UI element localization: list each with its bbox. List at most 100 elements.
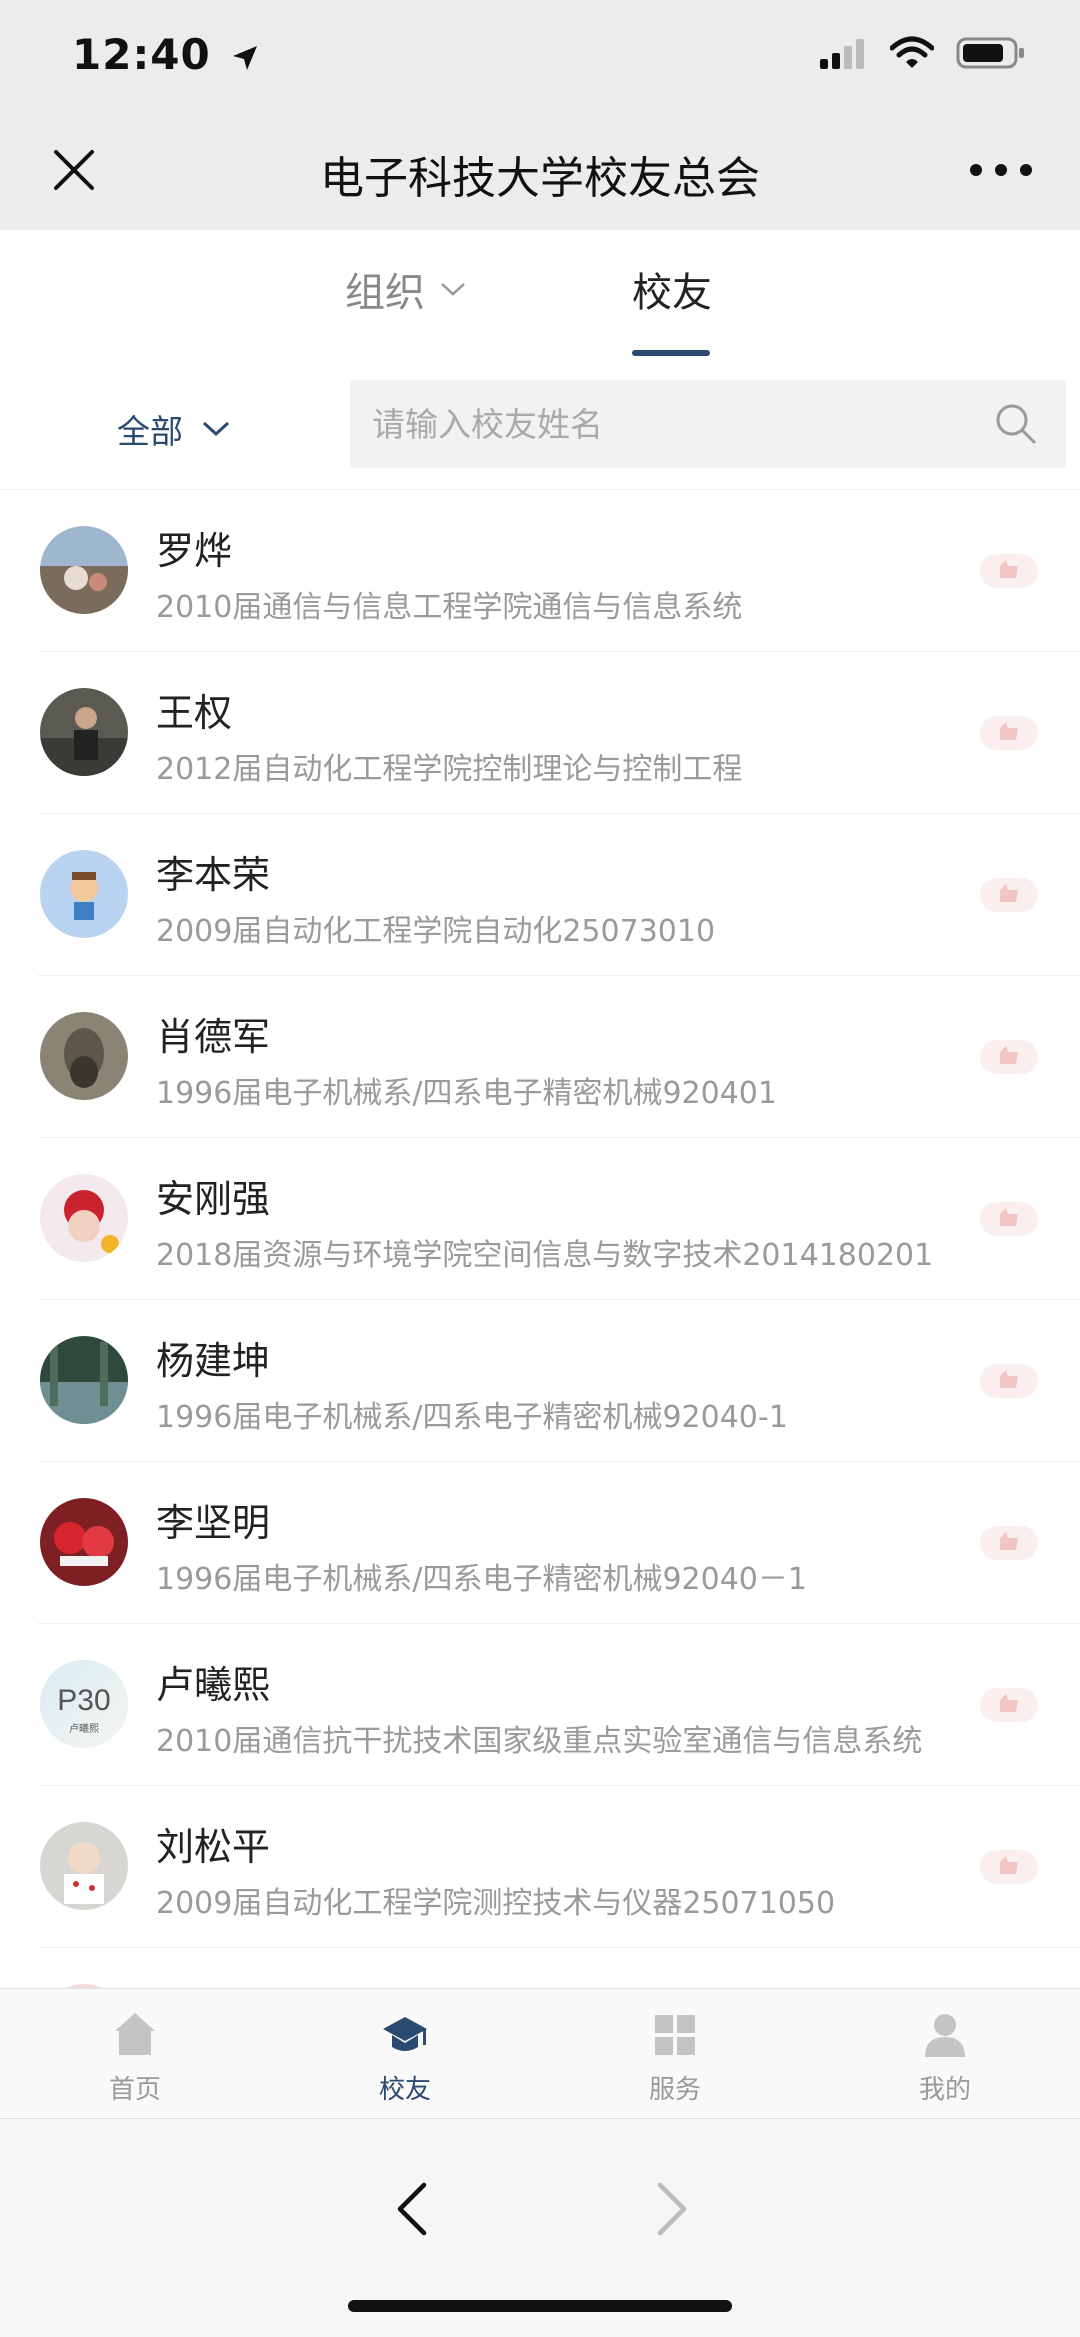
grid-icon xyxy=(655,2015,695,2055)
alumni-name: 杨建坤 xyxy=(156,1339,271,1383)
list-item[interactable]: 李坚明 1996届电子机械系/四系电子精密机械92040－1 xyxy=(38,1462,1080,1624)
active-tab-indicator xyxy=(632,350,710,356)
alumni-name: 刘松平 xyxy=(156,1825,271,1869)
alumni-name: 罗烨 xyxy=(156,529,233,573)
list-item[interactable]: 钟善兴 xyxy=(38,1948,1080,1988)
thumbs-up-icon[interactable] xyxy=(978,712,1040,754)
chevron-down-icon xyxy=(441,283,465,296)
forward-arrow-icon[interactable] xyxy=(652,2181,692,2237)
alumni-name: 安刚强 xyxy=(156,1177,271,1221)
filter-all-label: 全部 xyxy=(117,412,183,451)
avatar xyxy=(40,688,128,776)
alumni-desc: 2009届自动化工程学院自动化25073010 xyxy=(156,914,716,949)
thumbs-up-icon[interactable] xyxy=(978,1684,1040,1726)
tabbar-alumni[interactable]: 校友 xyxy=(270,1989,540,2119)
avatar xyxy=(40,850,128,938)
list-item[interactable]: 安刚强 2018届资源与环境学院空间信息与数字技术2014180201 xyxy=(38,1138,1080,1300)
avatar-image xyxy=(40,850,128,938)
avatar-image xyxy=(40,688,128,776)
list-item[interactable]: 罗烨 2010届通信与信息工程学院通信与信息系统 xyxy=(38,490,1080,652)
alumni-name: 肖德军 xyxy=(156,1015,271,1059)
status-bar: 12:40 xyxy=(0,0,1080,120)
alumni-name: 卢曦熙 xyxy=(156,1663,271,1707)
status-icons xyxy=(820,36,1026,70)
alumni-desc: 2012届自动化工程学院控制理论与控制工程 xyxy=(156,752,743,787)
more-options-icon[interactable] xyxy=(966,150,1036,190)
thumbs-up-icon[interactable] xyxy=(978,550,1040,592)
avatar-image xyxy=(40,526,128,614)
tab-organization-label: 组织 xyxy=(345,270,425,316)
search-box xyxy=(350,380,1066,468)
alumni-desc: 1996届电子机械系/四系电子精密机械920401 xyxy=(156,1076,777,1111)
signal-icon xyxy=(820,39,864,69)
alumni-name: 李坚明 xyxy=(156,1501,271,1545)
avatar xyxy=(40,1822,128,1910)
alumni-desc: 1996届电子机械系/四系电子精密机械92040-1 xyxy=(156,1400,788,1435)
status-time: 12:40 xyxy=(72,30,260,79)
home-icon xyxy=(115,2013,155,2055)
avatar xyxy=(40,1174,128,1262)
avatar xyxy=(40,1336,128,1424)
list-item[interactable]: 肖德军 1996届电子机械系/四系电子精密机械920401 xyxy=(38,976,1080,1138)
back-arrow-icon[interactable] xyxy=(392,2181,432,2237)
avatar-image xyxy=(40,1012,128,1100)
avatar-image xyxy=(40,1174,128,1262)
list-item[interactable]: 刘松平 2009届自动化工程学院测控技术与仪器25071050 xyxy=(38,1786,1080,1948)
alumni-list: 罗烨 2010届通信与信息工程学院通信与信息系统 王权 2012届自动化工程学院… xyxy=(0,490,1080,1988)
thumbs-up-icon[interactable] xyxy=(978,1036,1040,1078)
avatar-image: P30 卢曦熙 xyxy=(40,1660,128,1748)
alumni-desc: 2009届自动化工程学院测控技术与仪器25071050 xyxy=(156,1886,836,1921)
home-indicator xyxy=(348,2300,732,2312)
avatar xyxy=(40,526,128,614)
search-input[interactable] xyxy=(372,380,972,468)
avatar xyxy=(40,1498,128,1586)
page-title: 电子科技大学校友总会 xyxy=(320,153,760,204)
status-time-text: 12:40 xyxy=(72,30,211,79)
thumbs-up-icon[interactable] xyxy=(978,1522,1040,1564)
tabbar-services-label: 服务 xyxy=(648,2075,701,2105)
list-item[interactable]: P30 卢曦熙 卢曦熙 2010届通信抗干扰技术国家级重点实验室通信与信息系统 xyxy=(38,1624,1080,1786)
chevron-down-icon xyxy=(202,421,230,437)
tab-alumni[interactable]: 校友 xyxy=(632,260,712,318)
avatar-p30-subtext: 卢曦熙 xyxy=(69,1722,99,1735)
filter-row: 全部 xyxy=(0,360,1080,490)
avatar-p30-text: P30 xyxy=(57,1684,110,1717)
tabbar-mine-label: 我的 xyxy=(918,2075,971,2105)
list-item[interactable]: 李本荣 2009届自动化工程学院自动化25073010 xyxy=(38,814,1080,976)
graduation-cap-icon xyxy=(383,2017,427,2051)
thumbs-up-icon[interactable] xyxy=(978,1360,1040,1402)
tabbar-home-label: 首页 xyxy=(108,2075,161,2105)
tabbar-alumni-label: 校友 xyxy=(378,2075,431,2105)
alumni-desc: 1996届电子机械系/四系电子精密机械92040－1 xyxy=(156,1562,807,1597)
filter-all-dropdown[interactable]: 全部 xyxy=(117,405,231,453)
alumni-name: 王权 xyxy=(156,691,233,735)
category-tabs: 组织 校友 xyxy=(0,230,1080,360)
avatar: P30 卢曦熙 xyxy=(40,1660,128,1748)
alumni-desc: 2010届通信与信息工程学院通信与信息系统 xyxy=(156,590,743,625)
alumni-name: 李本荣 xyxy=(156,853,271,897)
wifi-icon xyxy=(890,36,934,68)
location-arrow-icon xyxy=(233,45,258,70)
battery-icon xyxy=(956,37,1024,69)
list-item[interactable]: 王权 2012届自动化工程学院控制理论与控制工程 xyxy=(38,652,1080,814)
tab-organization[interactable]: 组织 xyxy=(345,260,467,318)
thumbs-up-icon[interactable] xyxy=(978,874,1040,916)
tabbar-services[interactable]: 服务 xyxy=(540,1989,810,2119)
alumni-name: 钟善兴 xyxy=(156,1978,270,1988)
alumni-desc: 2010届通信抗干扰技术国家级重点实验室通信与信息系统 xyxy=(156,1724,923,1759)
avatar-image xyxy=(40,1336,128,1424)
tabbar-home[interactable]: 首页 xyxy=(0,1989,270,2119)
avatar-image xyxy=(40,1822,128,1910)
thumbs-up-icon[interactable] xyxy=(978,1846,1040,1888)
user-icon xyxy=(925,2014,965,2057)
avatar-image xyxy=(40,1498,128,1586)
list-item[interactable]: 杨建坤 1996届电子机械系/四系电子精密机械92040-1 xyxy=(38,1300,1080,1462)
avatar xyxy=(40,1012,128,1100)
thumbs-up-icon[interactable] xyxy=(978,1198,1040,1240)
bottom-tab-bar: 首页 校友 服务 我的 xyxy=(0,1988,1080,2118)
alumni-desc: 2018届资源与环境学院空间信息与数字技术2014180201 xyxy=(156,1238,934,1273)
tab-alumni-label: 校友 xyxy=(632,270,712,316)
nav-bar: 电子科技大学校友总会 xyxy=(0,120,1080,230)
tabbar-mine[interactable]: 我的 xyxy=(810,1989,1080,2119)
search-icon[interactable] xyxy=(994,402,1038,446)
